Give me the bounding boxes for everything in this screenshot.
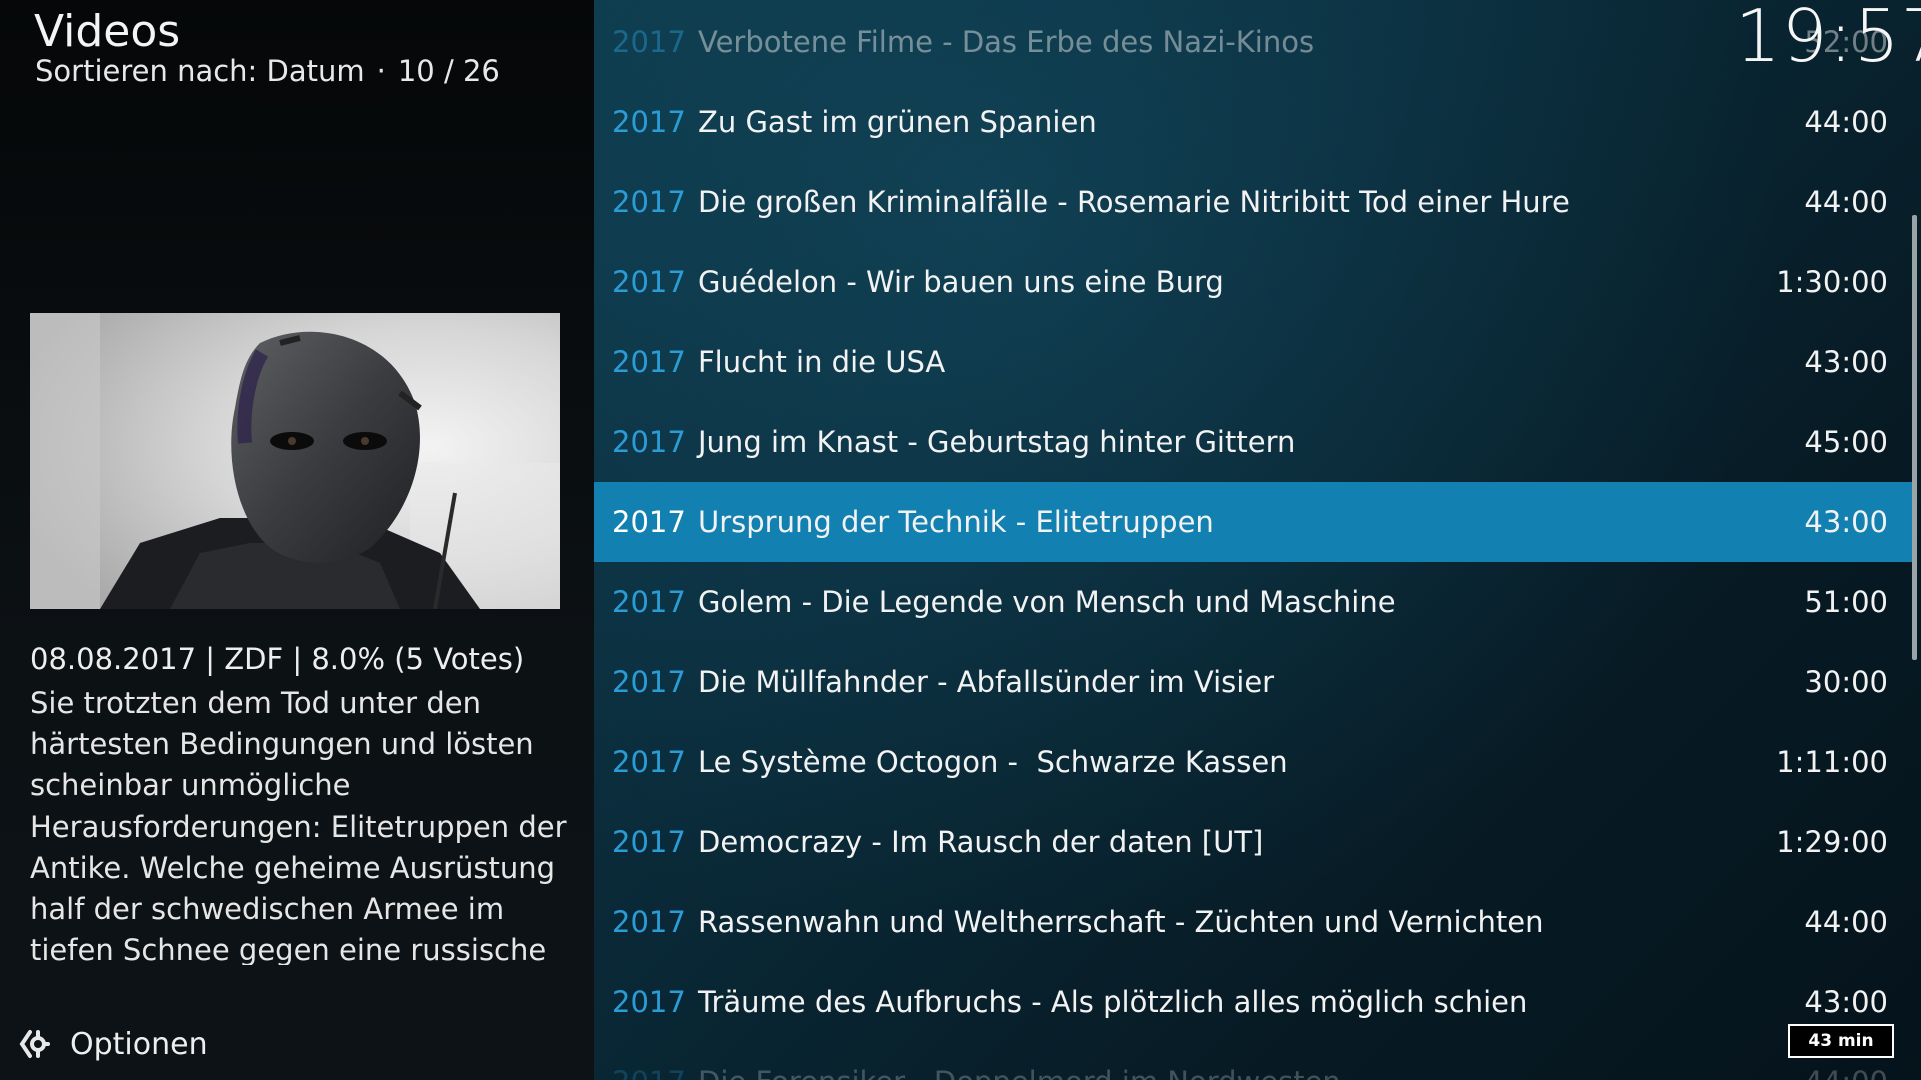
list-item[interactable]: 2017 Jung im Knast - Geburtstag hinter Gi… [594,402,1914,482]
list-item[interactable]: 2017 Die großen Kriminalfälle - Rosemarie… [594,162,1914,242]
video-thumbnail [30,313,560,609]
video-list: 2017 Verbotene Filme - Das Erbe des Nazi-… [594,2,1914,1080]
options-button[interactable]: Optionen [14,1022,208,1066]
item-title: Die großen Kriminalfälle - Rosemarie Nit… [698,185,1570,219]
item-duration: 1:11:00 [1776,745,1888,779]
item-year: 2017 [612,425,686,459]
item-year: 2017 [612,745,686,779]
media-library-screen: Videos Sortieren nach: Datum · 10 / 26 0… [0,0,1921,1080]
item-duration: 44:00 [1804,905,1888,939]
sort-status: Sortieren nach: Datum · 10 / 26 [35,54,500,88]
item-duration: 44:00 [1804,185,1888,219]
duration-badge: 43 min [1788,1024,1894,1058]
item-year: 2017 [612,185,686,219]
list-item[interactable]: 2017 Träume des Aufbruchs - Als plötzlich… [594,962,1914,1042]
item-duration: 30:00 [1804,665,1888,699]
page-title: Videos [34,6,181,57]
item-title: Democrazy - Im Rausch der daten [UT] [698,825,1264,859]
item-title: Jung im Knast - Geburtstag hinter Gitter… [698,425,1296,459]
item-title: Golem - Die Legende von Mensch und Masch… [698,585,1396,619]
masked-soldier-image [30,313,560,609]
item-year: 2017 [612,265,686,299]
item-title: Guédelon - Wir bauen uns eine Burg [698,265,1224,299]
item-title: Flucht in die USA [698,345,946,379]
item-year: 2017 [612,25,686,59]
list-item[interactable]: 2017 Verbotene Filme - Das Erbe des Nazi-… [594,2,1914,82]
item-duration: 51:00 [1804,585,1888,619]
item-title: Die Forensiker - Doppelmord im Nordweste… [698,1065,1341,1080]
video-meta: 08.08.2017 | ZDF | 8.0% (5 Votes) [30,642,525,676]
list-item[interactable]: 2017 Democrazy - Im Rausch der daten [UT]… [594,802,1914,882]
item-title: Rassenwahn und Weltherrschaft - Züchten … [698,905,1544,939]
video-list-panel: 2017 Verbotene Filme - Das Erbe des Nazi-… [594,0,1921,1080]
item-year: 2017 [612,905,686,939]
item-duration: 45:00 [1804,425,1888,459]
item-position: 10 / 26 [397,54,500,88]
list-item[interactable]: 2017 Die Müllfahnder - Abfallsünder im Vi… [594,642,1914,722]
item-year: 2017 [612,1065,686,1080]
item-title: Le Système Octogon - Schwarze Kassen [698,745,1288,779]
item-duration: 43:00 [1804,505,1888,539]
options-label: Optionen [70,1026,208,1062]
item-duration: 1:30:00 [1776,265,1888,299]
item-year: 2017 [612,105,686,139]
item-duration: 43:00 [1804,345,1888,379]
info-panel: Videos Sortieren nach: Datum · 10 / 26 0… [0,0,594,1080]
item-title: Zu Gast im grünen Spanien [698,105,1097,139]
item-year: 2017 [612,505,686,539]
sort-label: Sortieren nach: Datum [35,54,365,88]
scrollbar[interactable] [1912,215,1917,660]
list-item[interactable]: 2017 Flucht in die USA 43:00 [594,322,1914,402]
clock: 19:57 [1735,0,1921,78]
separator: · [376,54,386,88]
list-item-selected[interactable]: 2017 Ursprung der Technik - Elitetruppen 4… [594,482,1914,562]
item-year: 2017 [612,585,686,619]
item-year: 2017 [612,345,686,379]
item-year: 2017 [612,665,686,699]
item-title: Ursprung der Technik - Elitetruppen [698,505,1214,539]
item-duration: 43:00 [1804,985,1888,1019]
item-title: Die Müllfahnder - Abfallsünder im Visier [698,665,1275,699]
list-item[interactable]: 2017 Golem - Die Legende von Mensch und M… [594,562,1914,642]
list-item[interactable]: 2017 Zu Gast im grünen Spanien 44:00 [594,82,1914,162]
item-title: Träume des Aufbruchs - Als plötzlich all… [698,985,1528,1019]
item-year: 2017 [612,825,686,859]
list-item[interactable]: 2017 Die Forensiker - Doppelmord im Nordw… [594,1042,1914,1080]
item-duration: 44:00 [1804,1065,1888,1080]
item-title: Verbotene Filme - Das Erbe des Nazi-Kino… [698,25,1315,59]
list-item[interactable]: 2017 Guédelon - Wir bauen uns eine Burg 1:… [594,242,1914,322]
item-duration: 44:00 [1804,105,1888,139]
list-item[interactable]: 2017 Rassenwahn und Weltherrschaft - Züch… [594,882,1914,962]
item-year: 2017 [612,985,686,1019]
list-item[interactable]: 2017 Le Système Octogon - Schwarze Kassen… [594,722,1914,802]
item-duration: 1:29:00 [1776,825,1888,859]
video-plot: Sie trotzten dem Tod unter den härtesten… [30,686,567,965]
gear-icon [19,1030,50,1058]
